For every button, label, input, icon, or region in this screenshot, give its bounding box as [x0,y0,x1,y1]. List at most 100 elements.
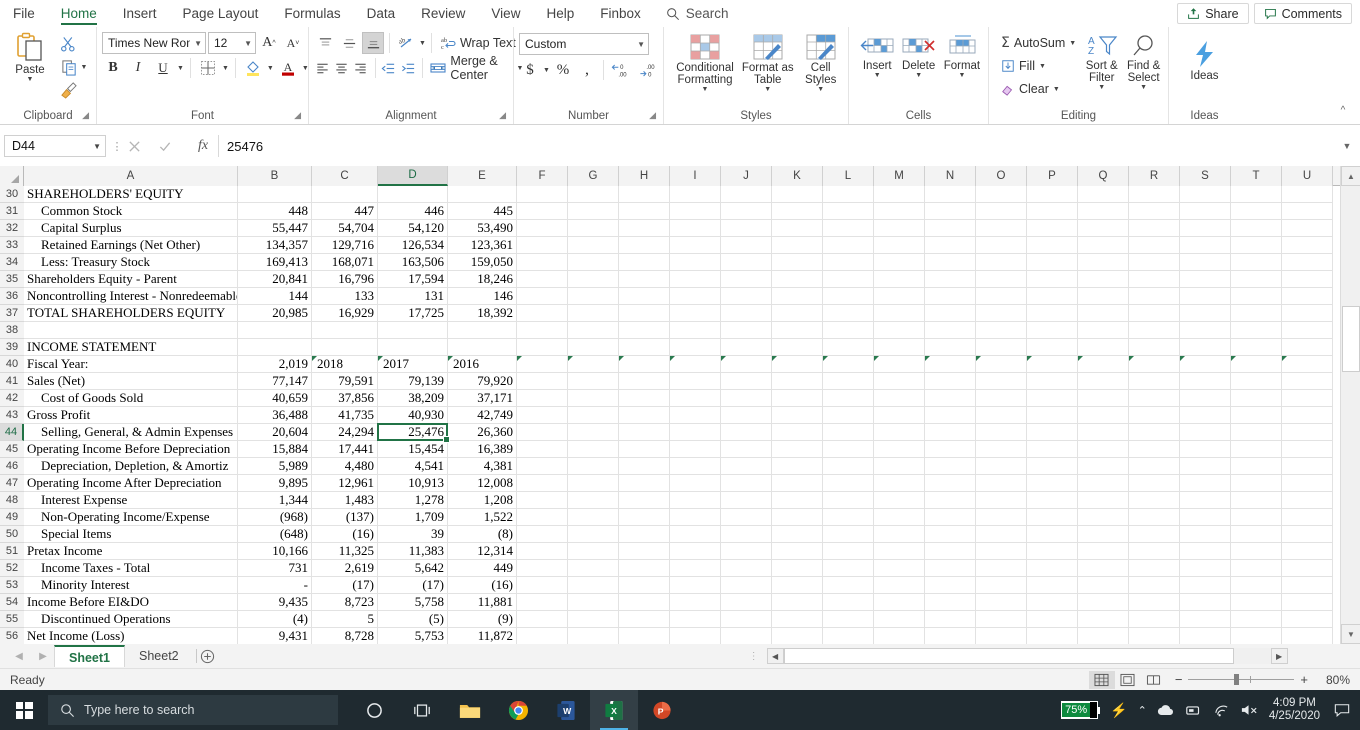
row-header-44[interactable]: 44 [0,424,24,441]
cell-I36[interactable] [670,288,721,305]
cell-R30[interactable] [1129,186,1180,203]
cell-D51[interactable]: 11,383 [378,543,448,560]
cell-B55[interactable]: (4) [238,611,312,628]
cell-L30[interactable] [823,186,874,203]
cell-O34[interactable] [976,254,1027,271]
taskbar-app-powerpoint[interactable]: P [638,690,686,730]
cell-F30[interactable] [517,186,568,203]
cell-Q43[interactable] [1078,407,1129,424]
cell-A32[interactable]: Capital Surplus [24,220,238,237]
cell-N47[interactable] [925,475,976,492]
cell-Q30[interactable] [1078,186,1129,203]
cell-I35[interactable] [670,271,721,288]
cell-H46[interactable] [619,458,670,475]
insert-cells-button[interactable]: Insert ▼ [858,32,897,79]
cell-H49[interactable] [619,509,670,526]
cell-T46[interactable] [1231,458,1282,475]
cell-T34[interactable] [1231,254,1282,271]
cell-U51[interactable] [1282,543,1333,560]
cell-R46[interactable] [1129,458,1180,475]
cell-K49[interactable] [772,509,823,526]
cell-D35[interactable]: 17,594 [378,271,448,288]
cell-P34[interactable] [1027,254,1078,271]
cell-K45[interactable] [772,441,823,458]
cell-U32[interactable] [1282,220,1333,237]
cell-N36[interactable] [925,288,976,305]
cell-Q39[interactable] [1078,339,1129,356]
cell-A31[interactable]: Common Stock [24,203,238,220]
taskbar-clock[interactable]: 4:09 PM 4/25/2020 [1269,697,1320,723]
tab-review[interactable]: Review [408,0,478,27]
cell-D42[interactable]: 38,209 [378,390,448,407]
clear-button[interactable]: Clear ▼ [998,78,1079,100]
cell-E49[interactable]: 1,522 [448,509,517,526]
cell-D55[interactable]: (5) [378,611,448,628]
cell-N32[interactable] [925,220,976,237]
cell-L44[interactable] [823,424,874,441]
cell-G44[interactable] [568,424,619,441]
cell-G42[interactable] [568,390,619,407]
cell-K35[interactable] [772,271,823,288]
cell-O42[interactable] [976,390,1027,407]
cell-P36[interactable] [1027,288,1078,305]
cell-F44[interactable] [517,424,568,441]
cell-D47[interactable]: 10,913 [378,475,448,492]
cell-C35[interactable]: 16,796 [312,271,378,288]
cell-H35[interactable] [619,271,670,288]
format-as-table-button[interactable]: Format as Table ▼ [741,32,794,93]
cell-N40[interactable] [925,356,976,373]
cell-E43[interactable]: 42,749 [448,407,517,424]
cell-K50[interactable] [772,526,823,543]
cell-M56[interactable] [874,628,925,644]
cell-P45[interactable] [1027,441,1078,458]
cell-R32[interactable] [1129,220,1180,237]
cell-D39[interactable] [378,339,448,356]
cell-Q48[interactable] [1078,492,1129,509]
tab-help[interactable]: Help [533,0,587,27]
view-page-break-button[interactable] [1141,671,1167,689]
cell-E36[interactable]: 146 [448,288,517,305]
cell-A51[interactable]: Pretax Income [24,543,238,560]
cell-F34[interactable] [517,254,568,271]
share-button[interactable]: Share [1177,3,1248,24]
cell-G56[interactable] [568,628,619,644]
format-painter-button[interactable] [57,79,79,101]
cell-G43[interactable] [568,407,619,424]
cell-U49[interactable] [1282,509,1333,526]
cell-S35[interactable] [1180,271,1231,288]
column-header-N[interactable]: N [925,166,976,186]
taskbar-app-file-explorer[interactable] [446,690,494,730]
cell-N44[interactable] [925,424,976,441]
cell-U55[interactable] [1282,611,1333,628]
cell-L53[interactable] [823,577,874,594]
cell-A52[interactable]: Income Taxes - Total [24,560,238,577]
cell-Q32[interactable] [1078,220,1129,237]
cell-P49[interactable] [1027,509,1078,526]
cell-J47[interactable] [721,475,772,492]
cell-F47[interactable] [517,475,568,492]
cell-M46[interactable] [874,458,925,475]
cell-M45[interactable] [874,441,925,458]
cell-C39[interactable] [312,339,378,356]
cell-P47[interactable] [1027,475,1078,492]
row-header-32[interactable]: 32 [0,220,24,237]
previous-sheet-button[interactable]: ◀ [8,651,30,662]
cell-D40[interactable]: 2017 [378,356,448,373]
cell-E42[interactable]: 37,171 [448,390,517,407]
cell-O49[interactable] [976,509,1027,526]
fill-color-button[interactable] [242,57,264,79]
cell-U43[interactable] [1282,407,1333,424]
cell-S46[interactable] [1180,458,1231,475]
cell-K44[interactable] [772,424,823,441]
cell-C31[interactable]: 447 [312,203,378,220]
cell-G54[interactable] [568,594,619,611]
tab-file[interactable]: File [0,0,48,27]
cell-F46[interactable] [517,458,568,475]
row-header-30[interactable]: 30 [0,186,24,203]
cell-R39[interactable] [1129,339,1180,356]
cell-F43[interactable] [517,407,568,424]
cell-L35[interactable] [823,271,874,288]
cell-C41[interactable]: 79,591 [312,373,378,390]
cell-I48[interactable] [670,492,721,509]
column-header-T[interactable]: T [1231,166,1282,186]
